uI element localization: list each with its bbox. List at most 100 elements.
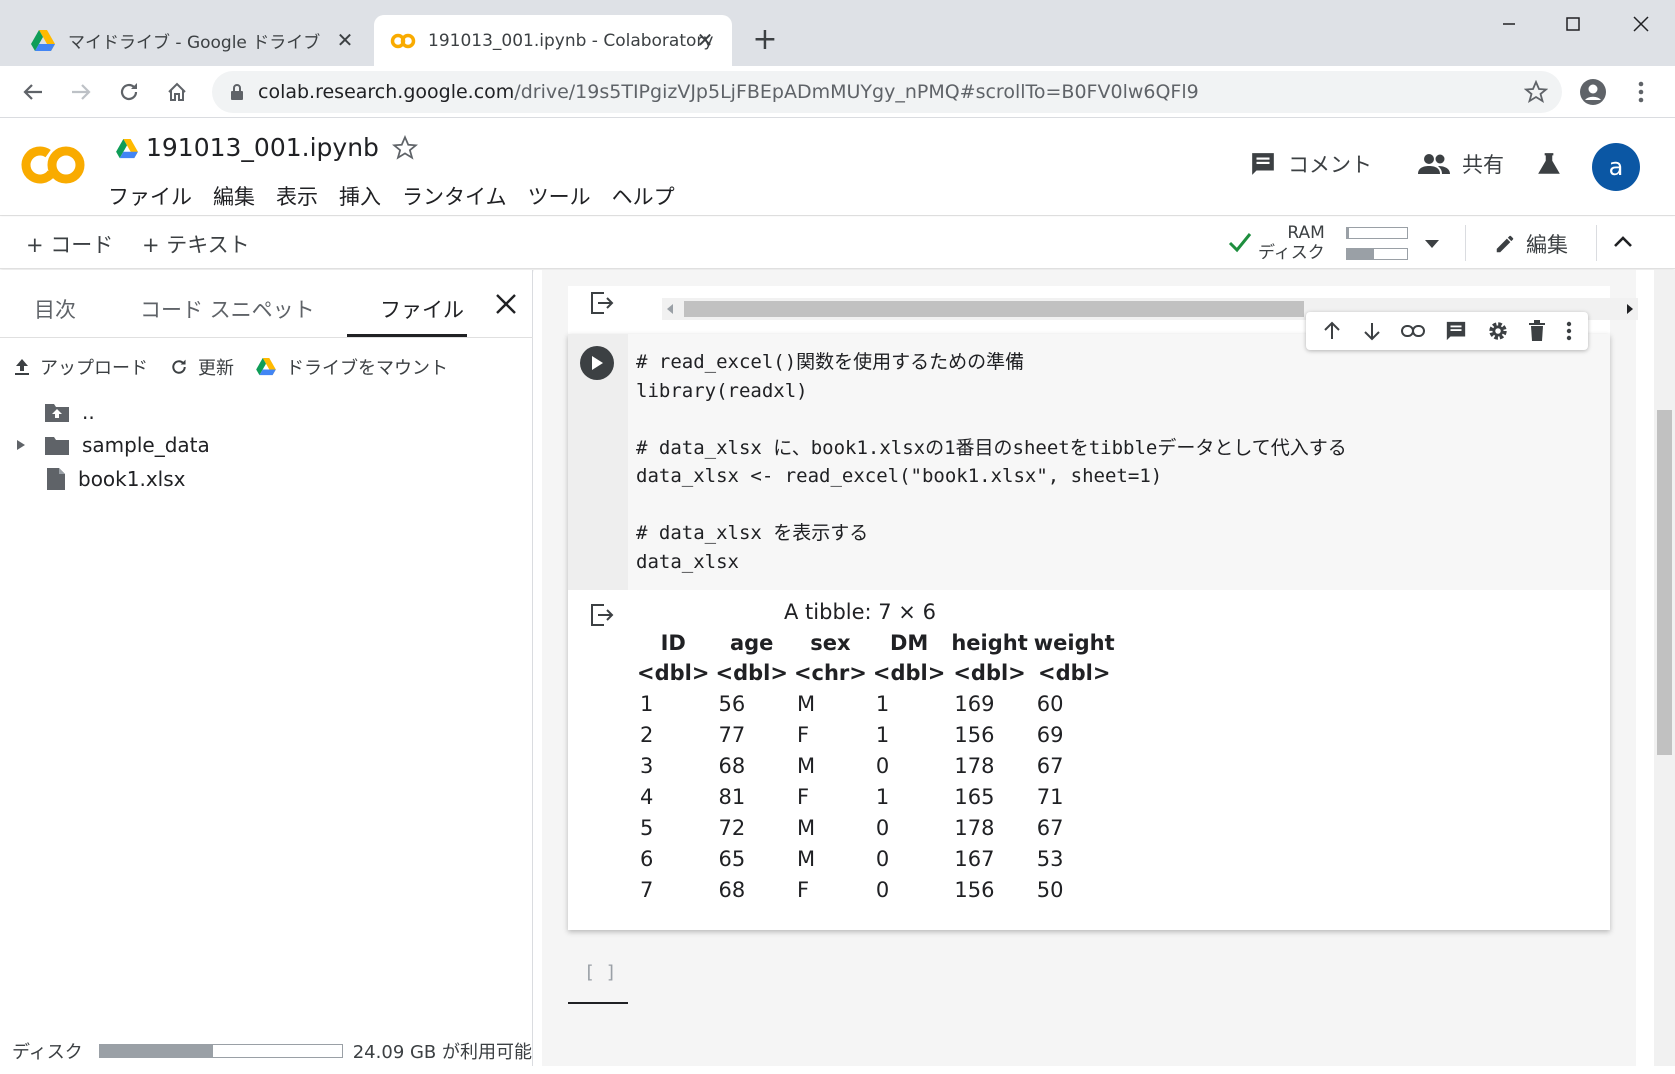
comment-icon <box>1252 153 1274 175</box>
menu-view[interactable]: 表示 <box>276 181 318 211</box>
menu-edit[interactable]: 編集 <box>213 181 255 211</box>
close-icon[interactable]: ✕ <box>332 27 358 53</box>
table-cell: 2 <box>640 722 654 747</box>
notebook-area[interactable]: # read_excel()関数を使用するための準備 library(readxl… <box>534 270 1675 1066</box>
tree-item-folder[interactable]: sample_data <box>14 433 210 457</box>
table-cell: 67 <box>1036 815 1064 840</box>
minimize-icon[interactable] <box>1484 8 1534 40</box>
cell-prompt[interactable]: [ ] <box>568 946 628 1004</box>
bookmark-star-icon[interactable] <box>1524 80 1548 104</box>
output-icon[interactable] <box>590 604 614 626</box>
comment-button[interactable]: コメント <box>1250 149 1372 179</box>
tab-colaboratory[interactable]: 191013_001.ipynb - Colaboratory ✕ <box>374 15 732 66</box>
share-button[interactable]: 共有 <box>1418 149 1504 179</box>
table-type-row: <dbl> <dbl> <chr> <dbl> <dbl> <dbl> <box>634 658 1118 688</box>
menu-bar: ファイル 編集 表示 挿入 ランタイム ツール ヘルプ <box>108 181 696 211</box>
forward-icon[interactable] <box>64 75 98 109</box>
code-line: data_xlsx <- read_excel("book1.xlsx", sh… <box>636 465 1163 487</box>
star-icon[interactable] <box>392 135 418 161</box>
notebook-title[interactable]: 191013_001.ipynb <box>146 133 379 162</box>
edit-mode-button[interactable]: 編集 <box>1494 229 1568 259</box>
menu-help[interactable]: ヘルプ <box>612 181 675 211</box>
side-panel-tabs: 目次 コード スニペット ファイル <box>0 280 533 338</box>
tab-google-drive[interactable]: マイドライブ - Google ドライブ ✕ <box>0 15 372 66</box>
comment-icon[interactable] <box>1445 320 1467 342</box>
profile-icon[interactable] <box>1576 75 1610 109</box>
table-cell: M <box>796 846 816 871</box>
tree-item-parent[interactable]: .. <box>44 400 95 424</box>
table-cell: 1 <box>875 722 890 747</box>
tab-table-of-contents[interactable]: 目次 <box>34 294 76 324</box>
column-header: height <box>951 631 1028 655</box>
tab-files[interactable]: ファイル <box>380 294 464 324</box>
tree-item-file[interactable]: book1.xlsx <box>46 467 185 491</box>
new-tab-button[interactable]: + <box>748 22 782 57</box>
table-cell: 81 <box>718 784 746 809</box>
reload-icon[interactable] <box>112 75 146 109</box>
avatar[interactable]: a <box>1592 143 1640 191</box>
table-row: 3 68 M 0 178 67 <box>634 750 1118 781</box>
google-drive-icon <box>30 28 56 54</box>
empty-code-cell[interactable]: [ ] <box>568 946 1610 1004</box>
run-cell-button[interactable] <box>580 346 614 380</box>
tab-code-snippets[interactable]: コード スニペット <box>140 294 315 324</box>
refresh-button[interactable]: 更新 <box>170 354 234 380</box>
url-field[interactable]: colab.research.google.com/drive/19s5TIPg… <box>212 71 1562 113</box>
disk-label: ディスク <box>12 1042 83 1063</box>
table-cell: 156 <box>954 722 995 747</box>
dropdown-arrow-icon[interactable] <box>1424 239 1440 249</box>
column-type: <dbl> <box>953 661 1026 685</box>
table-cell: 67 <box>1036 753 1064 778</box>
folder-up-icon <box>45 404 69 422</box>
back-icon[interactable] <box>16 75 50 109</box>
table-cell: 3 <box>640 753 654 778</box>
column-header: sex <box>810 631 851 655</box>
table-row: 4 81 F 1 165 71 <box>634 781 1118 812</box>
table-cell: F <box>796 784 810 809</box>
mount-drive-button[interactable]: ドライブをマウント <box>256 354 448 380</box>
browser-menu-icon[interactable] <box>1624 75 1658 109</box>
column-header: weight <box>1033 631 1115 655</box>
output-icon[interactable] <box>590 292 614 314</box>
close-icon[interactable] <box>494 292 518 316</box>
code-cell[interactable]: # read_excel()関数を使用するための準備 library(readxl… <box>568 312 1610 930</box>
more-vert-icon[interactable] <box>1566 321 1572 341</box>
move-down-icon[interactable] <box>1362 321 1382 341</box>
scrollbar-thumb[interactable] <box>684 301 1304 317</box>
move-up-icon[interactable] <box>1322 321 1342 341</box>
add-code-button[interactable]: + コード <box>26 229 113 259</box>
menu-file[interactable]: ファイル <box>108 181 192 211</box>
link-icon[interactable] <box>1401 324 1426 338</box>
gear-icon[interactable] <box>1487 320 1509 342</box>
chevron-up-icon[interactable] <box>1612 231 1634 253</box>
colab-icon <box>390 28 416 54</box>
scroll-right-icon[interactable] <box>1626 303 1634 315</box>
scroll-left-icon[interactable] <box>666 303 674 315</box>
menu-runtime[interactable]: ランタイム <box>402 181 507 211</box>
upload-button[interactable]: アップロード <box>14 354 148 380</box>
resource-labels[interactable]: RAM ディスク <box>1258 223 1325 263</box>
scrollbar-thumb[interactable] <box>1657 410 1672 755</box>
code-line: library(readxl) <box>636 379 808 402</box>
home-icon[interactable] <box>160 75 194 109</box>
colab-logo[interactable] <box>20 143 86 187</box>
file-actions: アップロード 更新 ドライブをマウント <box>14 354 470 380</box>
toolbar-divider <box>1596 225 1597 261</box>
table-cell: 71 <box>1036 784 1064 809</box>
table-cell: 156 <box>954 877 995 902</box>
play-icon <box>592 356 603 370</box>
trash-icon[interactable] <box>1528 320 1546 342</box>
column-type: <dbl> <box>1037 661 1111 685</box>
table-cell: 1 <box>875 784 890 809</box>
maximize-icon[interactable] <box>1548 8 1598 40</box>
add-text-button[interactable]: + テキスト <box>142 229 250 259</box>
table-cell: 5 <box>640 815 654 840</box>
code-editor[interactable]: # read_excel()関数を使用するための準備 library(readxl… <box>628 334 1610 590</box>
table-cell: 68 <box>718 877 746 902</box>
window-close-icon[interactable] <box>1616 8 1666 40</box>
labs-flask-icon[interactable] <box>1536 151 1574 177</box>
menu-tools[interactable]: ツール <box>528 181 591 211</box>
menu-insert[interactable]: 挿入 <box>339 181 381 211</box>
close-icon[interactable]: ✕ <box>692 27 718 53</box>
browser-tab-bar: マイドライブ - Google ドライブ ✕ 191013_001.ipynb … <box>0 0 1675 66</box>
